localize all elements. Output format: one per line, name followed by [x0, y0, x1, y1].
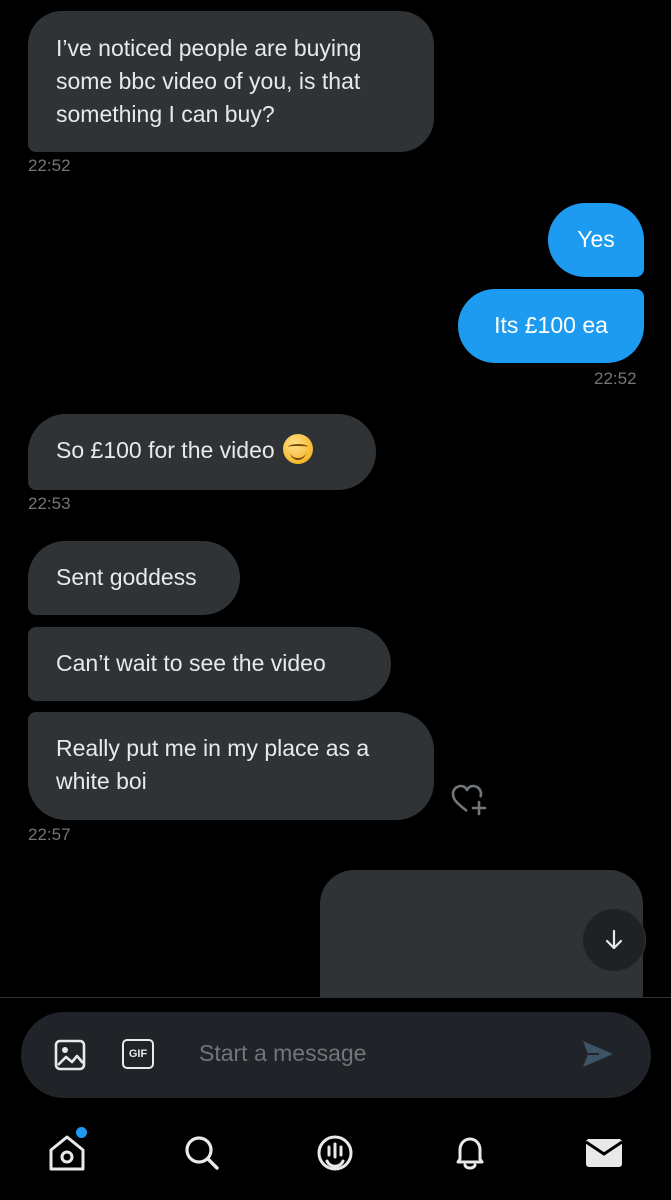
message-text: I’ve noticed people are buying some bbc … — [56, 35, 362, 127]
message-timestamp: 22:52 — [594, 369, 637, 388]
message-text: Really put me in my place as a white boi — [56, 735, 370, 794]
arrow-down-icon — [605, 929, 623, 950]
mail-icon[interactable] — [584, 1133, 624, 1173]
message-bubble-incoming[interactable]: Can’t wait to see the video — [28, 627, 391, 701]
message-bubble-incoming[interactable]: Sent goddess — [28, 541, 240, 615]
message-timestamp: 22:53 — [28, 494, 71, 513]
smiling-face-emoji — [282, 434, 313, 464]
gif-icon[interactable]: GIF — [122, 1039, 154, 1069]
message-timestamp: 22:57 — [28, 825, 71, 844]
send-icon[interactable] — [581, 1039, 615, 1069]
message-text: Yes — [577, 226, 615, 252]
message-bubble-outgoing[interactable]: Its £100 ea — [458, 289, 644, 363]
message-text: So £100 for the video — [56, 437, 275, 463]
message-bubble-outgoing[interactable]: Yes — [548, 203, 644, 277]
message-bubble-incoming[interactable]: Really put me in my place as a white boi — [28, 712, 434, 820]
home-icon[interactable] — [47, 1133, 87, 1173]
message-composer: GIF Start a message — [21, 1012, 651, 1098]
message-text: Its £100 ea — [494, 312, 608, 338]
heart-plus-icon[interactable] — [450, 783, 488, 817]
message-timestamp: 22:52 — [28, 156, 71, 175]
scroll-to-bottom-button[interactable] — [582, 908, 646, 972]
search-icon[interactable] — [182, 1133, 222, 1173]
image-icon[interactable] — [53, 1038, 87, 1072]
message-text: Sent goddess — [56, 564, 197, 590]
spaces-icon[interactable] — [315, 1133, 355, 1173]
bell-icon[interactable] — [450, 1133, 490, 1173]
message-text: Can’t wait to see the video — [56, 650, 326, 676]
home-notification-dot — [76, 1127, 87, 1138]
message-input[interactable]: Start a message — [199, 1040, 366, 1067]
message-bubble-incoming[interactable]: I’ve noticed people are buying some bbc … — [28, 11, 434, 152]
gif-label: GIF — [128, 1048, 148, 1060]
message-bubble-incoming[interactable]: So £100 for the video — [28, 414, 376, 490]
composer-divider — [0, 997, 671, 998]
